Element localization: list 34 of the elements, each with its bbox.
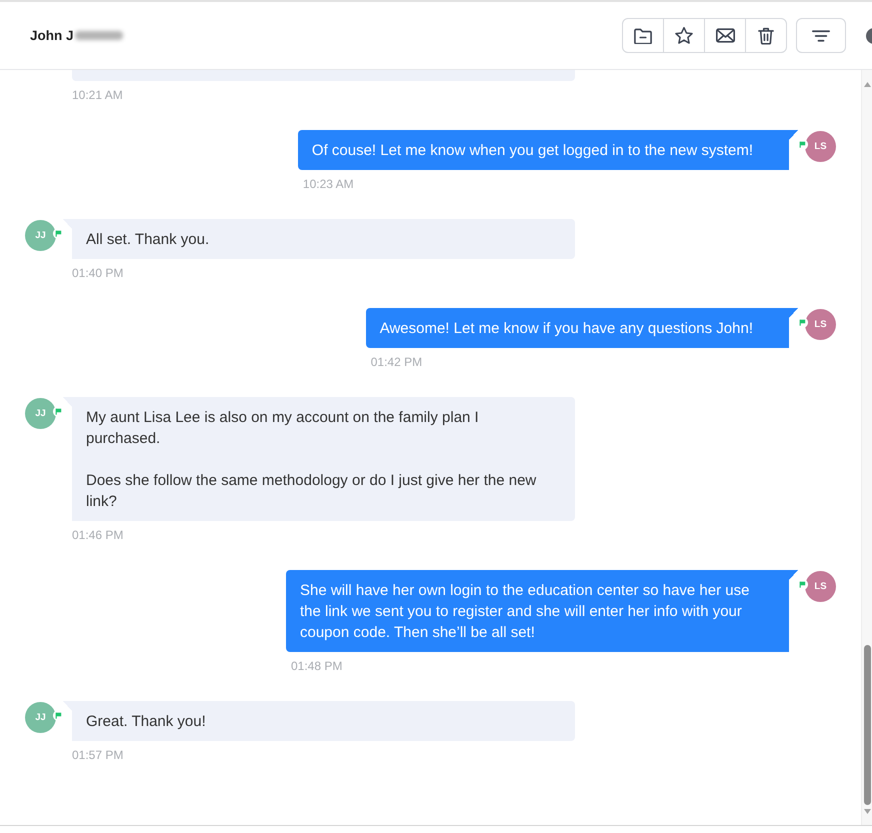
message-text: She will have her own login to the education center so have her use the link we sent you to register and she will enter her info with your coupon code. Then she’ll be all set!	[300, 580, 750, 642]
avatar-icon[interactable]	[866, 28, 872, 44]
message-time: 01:40 PM	[72, 265, 124, 281]
message-time: 01:48 PM	[291, 658, 342, 674]
avatar: LS	[805, 571, 836, 602]
trash-icon	[758, 26, 774, 44]
scrollbar-thumb[interactable]	[864, 645, 870, 805]
avatar: JJ	[25, 220, 56, 251]
message-text: Of couse! Let me know when you get logged in to the new system!	[312, 140, 753, 160]
filter-button[interactable]	[796, 18, 846, 53]
message-time: 01:46 PM	[72, 527, 124, 543]
message-time: 10:21 AM	[72, 87, 123, 103]
message-text: Great. Thank you!	[86, 712, 207, 732]
message-time: 10:23 AM	[302, 176, 354, 192]
message-text: Does she follow the same methodology or do I just give her the new link?	[86, 470, 538, 512]
avatar: LS	[805, 309, 836, 340]
message-time: 01:42 PM	[370, 354, 422, 370]
star-button[interactable]	[663, 18, 705, 53]
contact-name: John J	[30, 28, 74, 43]
folder-button[interactable]	[622, 18, 664, 53]
envelope-icon	[716, 28, 734, 43]
message-text: Awesome! Let me know if you have any questions John!	[380, 318, 753, 338]
scrollbar-track[interactable]	[861, 70, 872, 825]
star-icon	[675, 27, 693, 44]
message-text: My aunt Lisa Lee is also on my account on the family plan I purchased.	[86, 408, 480, 448]
delete-button[interactable]	[745, 18, 787, 53]
avatar: JJ	[25, 702, 56, 733]
mail-button[interactable]	[704, 18, 746, 53]
avatar: JJ	[25, 398, 56, 429]
filter-icon	[812, 30, 830, 42]
avatar: LS	[805, 131, 836, 162]
message-time: 01:57 PM	[72, 747, 124, 763]
folder-icon	[634, 28, 652, 44]
message-text: All set. Thank you.	[86, 230, 210, 250]
